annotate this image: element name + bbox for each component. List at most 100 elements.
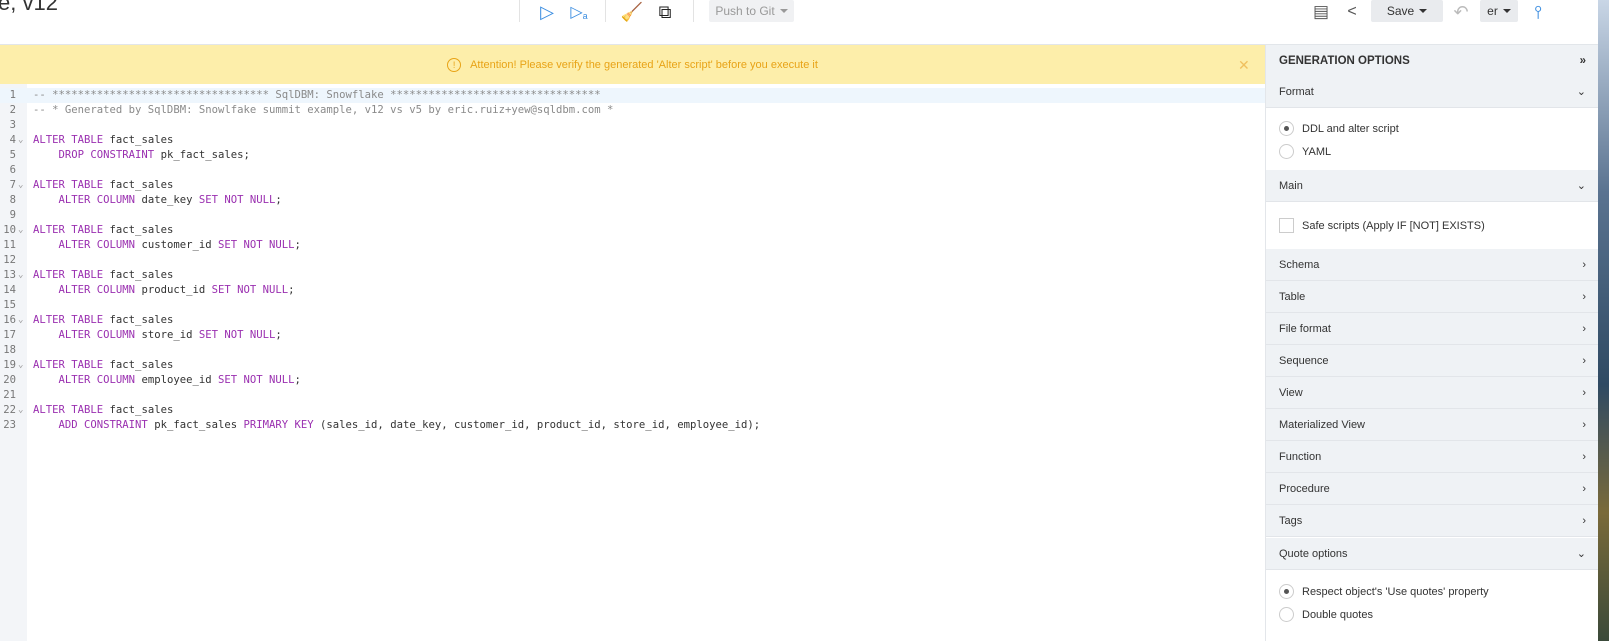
section-label: File format <box>1279 322 1331 335</box>
line-number: 1 <box>9 89 16 101</box>
collapse-panel-icon[interactable]: » <box>1580 55 1586 67</box>
panel-title: GENERATION OPTIONS <box>1279 54 1410 67</box>
save-label: Save <box>1386 4 1415 18</box>
save-button[interactable]: Save <box>1371 0 1443 22</box>
chevron-right-icon: › <box>1582 514 1586 527</box>
code-token: ALTER COLUMN <box>33 194 136 206</box>
chevron-down-icon: ⌄ <box>1576 548 1586 560</box>
section-schema[interactable]: Schema › <box>1266 249 1599 281</box>
option-label: YAML <box>1302 145 1332 158</box>
code-text: ALTER TABLE fact_sales <box>33 268 173 283</box>
code-line[interactable]: 2 -- * Generated by SqlDBM: Snowlfake sum… <box>0 103 1265 118</box>
code-token: ALTER TABLE <box>33 314 104 326</box>
section-file-format[interactable]: File format › <box>1266 313 1599 345</box>
undo-icon[interactable]: ↶ <box>1448 0 1474 24</box>
user-menu-button[interactable]: er <box>1480 0 1518 22</box>
line-number: 19 <box>3 359 16 371</box>
chevron-right-icon: › <box>1582 258 1586 271</box>
code-token: ALTER TABLE <box>33 134 104 146</box>
section-quote-options[interactable]: Quote options ⌄ <box>1266 538 1599 570</box>
fold-chevron-icon[interactable]: ⌄ <box>18 133 23 148</box>
run-selection-icon[interactable]: ▷ a <box>568 0 590 24</box>
clean-broom-icon[interactable]: 🧹 <box>621 0 643 24</box>
radio-ddl[interactable]: DDL and alter script <box>1279 121 1399 136</box>
code-line[interactable]: 9 <box>0 208 1265 223</box>
section-label: Table <box>1279 290 1306 303</box>
radio-respect-quotes[interactable]: Respect object's 'Use quotes' property <box>1279 584 1489 599</box>
section-main[interactable]: Main ⌄ <box>1266 170 1599 202</box>
code-line[interactable]: 19 ⌄ ALTER TABLE fact_sales <box>0 358 1265 373</box>
close-icon[interactable]: ✕ <box>1238 57 1250 74</box>
section-table[interactable]: Table › <box>1266 281 1599 313</box>
generation-options-panel: GENERATION OPTIONS » Format ⌄ DDL and alte… <box>1265 45 1599 641</box>
line-number: 5 <box>9 149 16 161</box>
copy-icon[interactable]: ⧉ <box>653 0 677 24</box>
radio-button[interactable] <box>1279 584 1294 599</box>
line-number: 6 <box>9 164 16 176</box>
desktop-background <box>1598 0 1609 641</box>
code-line[interactable]: 16 ⌄ ALTER TABLE fact_sales <box>0 313 1265 328</box>
notes-icon[interactable]: ▤ <box>1309 0 1333 24</box>
fold-chevron-icon[interactable]: ⌄ <box>18 313 23 328</box>
code-line[interactable]: 4 ⌄ ALTER TABLE fact_sales <box>0 133 1265 148</box>
code-line[interactable]: 17 ALTER COLUMN store_id SET NOT NULL; <box>0 328 1265 343</box>
section-format[interactable]: Format ⌄ <box>1266 76 1599 108</box>
section-function[interactable]: Function › <box>1266 441 1599 473</box>
panel-header: GENERATION OPTIONS » <box>1266 45 1599 77</box>
code-line[interactable]: 20 ALTER COLUMN employee_id SET NOT NULL… <box>0 373 1265 388</box>
code-line[interactable]: 7 ⌄ ALTER TABLE fact_sales <box>0 178 1265 193</box>
code-line[interactable]: 13 ⌄ ALTER TABLE fact_sales <box>0 268 1265 283</box>
code-token: ALTER TABLE <box>33 269 104 281</box>
fold-chevron-icon[interactable]: ⌄ <box>18 223 23 238</box>
section-tags[interactable]: Tags › <box>1266 505 1599 537</box>
radio-double-quotes[interactable]: Double quotes <box>1279 607 1373 622</box>
radio-button[interactable] <box>1279 607 1294 622</box>
code-token: ALTER TABLE <box>33 359 104 371</box>
radio-yaml[interactable]: YAML <box>1279 144 1331 159</box>
section-procedure[interactable]: Procedure › <box>1266 473 1599 505</box>
code-line[interactable]: 23 ADD CONSTRAINT pk_fact_sales PRIMARY … <box>0 418 1265 433</box>
options-sliders-icon[interactable]: ⫯ <box>1527 0 1549 24</box>
code-text: ALTER COLUMN store_id SET NOT NULL; <box>33 328 282 343</box>
code-text: ALTER TABLE fact_sales <box>33 178 173 193</box>
code-line[interactable]: 6 <box>0 163 1265 178</box>
section-sequence[interactable]: Sequence › <box>1266 345 1599 377</box>
code-token: employee_id <box>135 374 218 386</box>
code-line[interactable]: 12 <box>0 253 1265 268</box>
code-line[interactable]: 1 -- ********************************** S… <box>0 88 1265 103</box>
checkbox[interactable] <box>1279 218 1294 233</box>
code-line[interactable]: 11 ALTER COLUMN customer_id SET NOT NULL… <box>0 238 1265 253</box>
fold-chevron-icon[interactable]: ⌄ <box>18 178 23 193</box>
radio-button[interactable] <box>1279 144 1294 159</box>
line-number: 10 <box>3 224 16 236</box>
code-line[interactable]: 14 ALTER COLUMN product_id SET NOT NULL; <box>0 283 1265 298</box>
code-token: ALTER COLUMN <box>33 239 136 251</box>
fold-chevron-icon[interactable]: ⌄ <box>18 358 23 373</box>
fold-chevron-icon[interactable]: ⌄ <box>18 403 23 418</box>
push-to-git-label: Push to Git <box>715 4 775 18</box>
push-to-git-button[interactable]: Push to Git <box>709 0 794 22</box>
code-line[interactable]: 22 ⌄ ALTER TABLE fact_sales <box>0 403 1265 418</box>
run-icon[interactable]: ▷ <box>536 0 558 24</box>
code-token: SET NOT NULL <box>198 329 276 341</box>
section-view[interactable]: View › <box>1266 377 1599 409</box>
code-line[interactable]: 8 ALTER COLUMN date_key SET NOT NULL; <box>0 193 1265 208</box>
share-icon[interactable]: < <box>1340 0 1364 24</box>
code-token: ALTER COLUMN <box>33 374 136 386</box>
code-line[interactable]: 3 <box>0 118 1265 133</box>
code-line[interactable]: 21 <box>0 388 1265 403</box>
safe-scripts-checkbox[interactable]: Safe scripts (Apply IF [NOT] EXISTS) <box>1279 218 1485 233</box>
section-label: Sequence <box>1279 354 1329 367</box>
code-editor[interactable]: 1 -- ********************************** S… <box>0 84 1265 641</box>
section-materialized-view[interactable]: Materialized View › <box>1266 409 1599 441</box>
code-line[interactable]: 18 <box>0 343 1265 358</box>
code-line[interactable]: 15 <box>0 298 1265 313</box>
radio-button[interactable] <box>1279 121 1294 136</box>
line-number: 23 <box>3 419 16 431</box>
fold-chevron-icon[interactable]: ⌄ <box>18 268 23 283</box>
code-token: ; <box>294 374 301 386</box>
code-token: ALTER COLUMN <box>33 329 136 341</box>
warning-icon: ! <box>447 57 462 72</box>
code-line[interactable]: 10 ⌄ ALTER TABLE fact_sales <box>0 223 1265 238</box>
code-line[interactable]: 5 DROP CONSTRAINT pk_fact_sales; <box>0 148 1265 163</box>
